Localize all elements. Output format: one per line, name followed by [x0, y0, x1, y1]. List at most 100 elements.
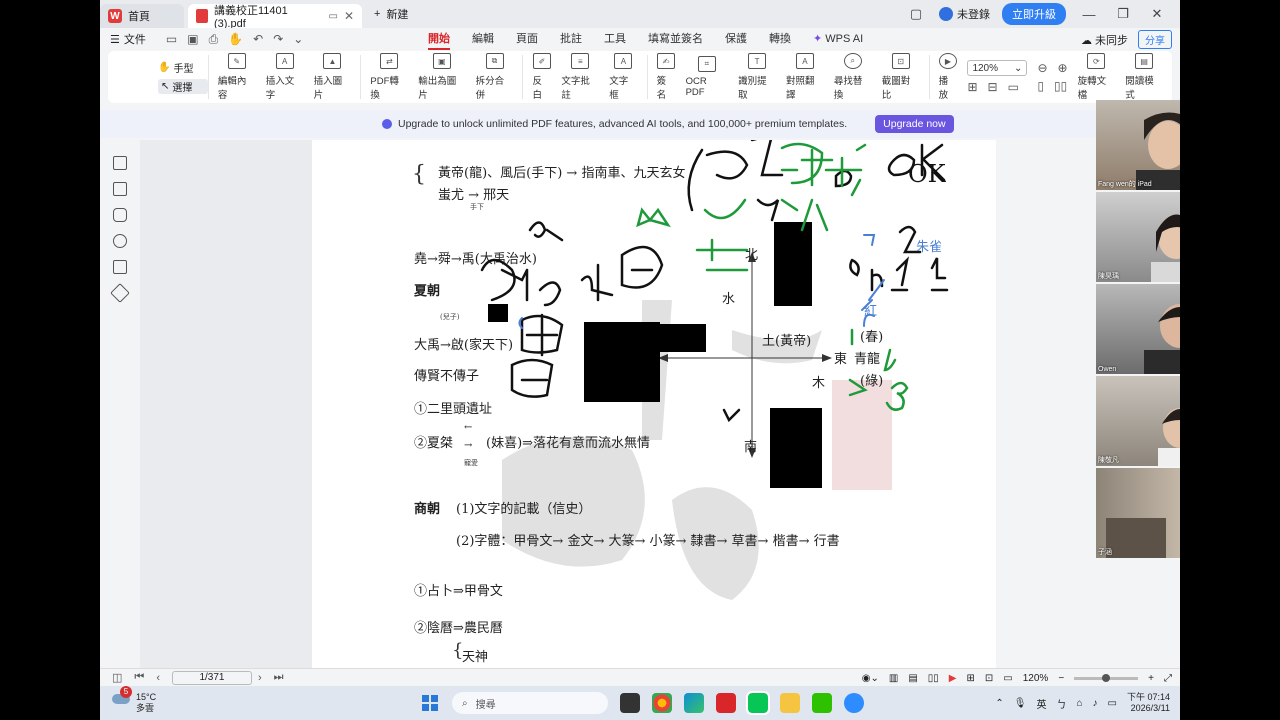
sidebar-toggle-icon[interactable]: ◫ — [112, 671, 122, 684]
translate-button[interactable]: A 對照翻譯 — [781, 53, 829, 101]
video-tile[interactable]: 子涵 — [1096, 468, 1180, 558]
speaker-icon[interactable]: ♪ — [1093, 698, 1098, 709]
zoom-out-icon[interactable]: − — [1058, 673, 1064, 684]
edit-content-button[interactable]: ✎ 編輯內容 — [213, 53, 261, 101]
sync-status[interactable]: ☁ 未同步 — [1081, 32, 1128, 48]
screenshot-compare-button[interactable]: ⊡ 截圖對比 — [877, 53, 925, 101]
close-window-icon[interactable]: ✕ — [1146, 6, 1168, 22]
fit-width-icon[interactable]: ⊟ — [988, 80, 998, 94]
rotate-document-button[interactable]: ⟳ 旋轉文檔 — [1073, 53, 1121, 101]
open-folder-icon[interactable]: ▭ — [166, 32, 177, 47]
tab-screen-icon[interactable]: ▭ — [328, 11, 337, 22]
attachment-icon[interactable] — [113, 234, 127, 248]
split-merge-button[interactable]: ⧉ 拆分合併 — [471, 53, 519, 101]
ime-language[interactable]: 英 — [1036, 696, 1046, 711]
video-tile[interactable]: Fang wen的 iPad — [1096, 100, 1180, 190]
ime-mode[interactable]: ㄅ — [1056, 696, 1066, 711]
upgrade-now-button[interactable]: Upgrade now — [875, 115, 954, 133]
zoom-slider-knob[interactable] — [1102, 673, 1111, 682]
home-tab[interactable]: W 首頁 — [100, 4, 184, 28]
play-button[interactable]: ▶ 播放 — [934, 53, 963, 101]
chrome-icon[interactable] — [652, 693, 672, 713]
minimize-icon[interactable]: — — [1078, 7, 1100, 22]
login-button[interactable]: 未登錄 — [939, 6, 990, 22]
hand-tool-icon[interactable]: ✋ — [228, 32, 243, 47]
chevron-up-icon[interactable]: ⌃ — [995, 698, 1003, 709]
extract-button[interactable]: T 識別提取 — [733, 53, 781, 101]
signature-button[interactable]: ✍ 簽名 — [652, 53, 681, 101]
undo-icon[interactable]: ↶ — [253, 32, 263, 47]
single-page-icon[interactable]: ▯ — [1037, 79, 1044, 93]
insert-text-button[interactable]: A 插入文字 — [261, 53, 309, 101]
text-comment-button[interactable]: ≡ 文字批註 — [556, 53, 604, 101]
upgrade-button[interactable]: 立即升級 — [1002, 3, 1066, 25]
continuous-view-icon[interactable]: ▥ — [889, 673, 898, 684]
play-slideshow-icon[interactable]: ▶ — [949, 673, 957, 684]
microphone-icon[interactable]: 🎙 — [1014, 698, 1027, 709]
save-icon[interactable]: ▣ — [187, 32, 198, 47]
layers-icon[interactable] — [110, 283, 130, 303]
taskbar-search[interactable]: ⌕ 搜尋 — [452, 692, 608, 714]
crop-icon[interactable]: ⊡ — [985, 673, 993, 684]
network-icon[interactable]: ⌂ — [1076, 698, 1082, 709]
hand-tool-button[interactable]: ✋ 手型 — [158, 60, 208, 75]
tab-page[interactable]: 頁面 — [516, 28, 538, 50]
fit-icon[interactable]: ⊞ — [967, 673, 975, 684]
tab-home[interactable]: 開始 — [428, 28, 450, 50]
wps-taskbar-icon[interactable] — [716, 693, 736, 713]
wechat-icon[interactable] — [812, 693, 832, 713]
fullscreen-icon[interactable]: ⤢ — [1164, 673, 1172, 684]
pdf-page[interactable]: { 黃帝(龍)、風后(手下) → 指南車、九天玄女 蚩尤 → 邢天 手下 堯→舜… — [312, 140, 996, 668]
pdf-convert-button[interactable]: ⇄ PDF轉換 — [365, 53, 413, 101]
edge-icon[interactable] — [684, 693, 704, 713]
thumbnail-icon[interactable] — [113, 182, 127, 196]
close-tab-icon[interactable]: ✕ — [344, 9, 354, 23]
fit-page-icon[interactable]: ⊞ — [967, 80, 977, 94]
signature-panel-icon[interactable] — [113, 260, 127, 274]
read-mode-button[interactable]: ▤ 閱讀模式 — [1120, 53, 1168, 101]
tab-wps-ai[interactable]: ✦ WPS AI — [813, 28, 863, 50]
export-image-button[interactable]: ▣ 輸出為圖片 — [413, 53, 470, 101]
comment-icon[interactable] — [113, 208, 127, 222]
zoom-slider[interactable] — [1074, 673, 1139, 682]
single-view-icon[interactable]: ▤ — [908, 673, 917, 684]
bookmark-icon[interactable] — [113, 156, 127, 170]
last-page-icon[interactable]: ⏭ — [274, 671, 284, 684]
tab-tools[interactable]: 工具 — [604, 28, 626, 50]
tab-fill-sign[interactable]: 填寫並簽名 — [648, 28, 703, 50]
previous-page-icon[interactable]: ‹ — [156, 672, 160, 684]
new-tab-button[interactable]: + 新建 — [374, 6, 408, 22]
battery-icon[interactable]: ▭ — [1108, 698, 1117, 709]
first-page-icon[interactable]: ⏮ — [134, 671, 144, 684]
document-tab[interactable]: 講義校正11401 (3).pdf ▭ ✕ — [188, 4, 362, 30]
weather-widget[interactable]: 5 15°C 多雲 — [112, 686, 156, 714]
highlight-button[interactable]: ✐ 反白 — [527, 53, 556, 101]
actual-size-icon[interactable]: ▭ — [1008, 80, 1019, 94]
line-icon[interactable] — [746, 691, 770, 715]
document-area[interactable]: { 黃帝(龍)、風后(手下) → 指南車、九天玄女 蚩尤 → 邢天 手下 堯→舜… — [140, 140, 996, 668]
clock[interactable]: 下午 07:14 2026/3/11 — [1127, 692, 1170, 714]
file-menu[interactable]: ☰ 文件 — [110, 31, 146, 47]
text-box-button[interactable]: A 文字框 — [604, 53, 642, 101]
zoom-in-icon[interactable]: + — [1148, 673, 1154, 684]
double-page-icon[interactable]: ▯▯ — [1054, 79, 1067, 93]
next-page-icon[interactable]: › — [258, 672, 262, 684]
page-number-input[interactable]: 1/371 — [171, 670, 252, 685]
restore-icon[interactable]: ❐ — [1112, 6, 1134, 22]
zoom-app-icon[interactable] — [844, 693, 864, 713]
tab-protect[interactable]: 保護 — [725, 28, 747, 50]
tab-edit[interactable]: 編輯 — [472, 28, 494, 50]
video-tile[interactable]: 陳昊瑀 — [1096, 192, 1180, 282]
redo-icon[interactable]: ↷ — [273, 32, 283, 47]
tab-annotate[interactable]: 批註 — [560, 28, 582, 50]
chevron-down-icon[interactable]: ⌄ — [293, 32, 303, 47]
tab-convert[interactable]: 轉換 — [769, 28, 791, 50]
read-icon[interactable]: ▭ — [1003, 673, 1012, 684]
zoom-select[interactable]: 120% ⌄ — [967, 60, 1028, 76]
video-tile[interactable]: 陳敬凡 — [1096, 376, 1180, 466]
insert-image-button[interactable]: ▲ 插入圖片 — [309, 53, 357, 101]
print-icon[interactable]: ⎙ — [209, 32, 219, 47]
windows-start-icon[interactable] — [422, 695, 438, 711]
zoom-out-icon[interactable]: ⊖ — [1037, 61, 1047, 75]
find-replace-button[interactable]: ⌕ 尋找替換 — [829, 53, 877, 101]
